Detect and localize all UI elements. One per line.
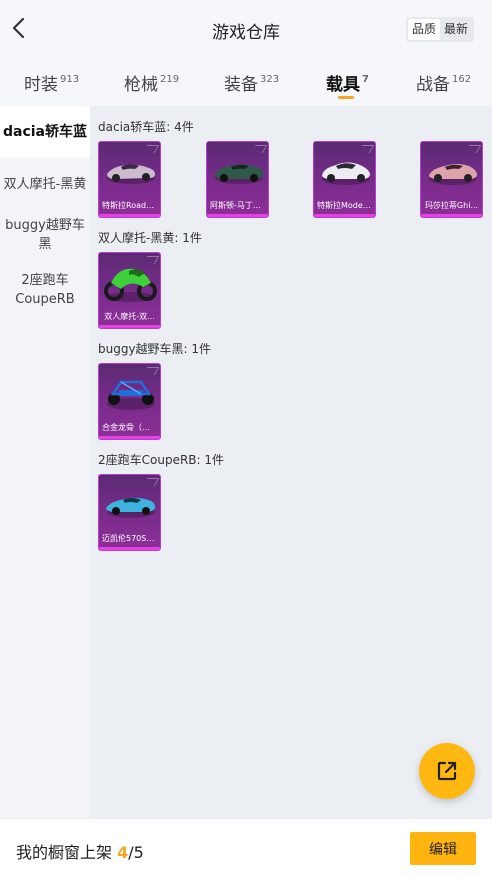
shelf-label: 我的橱窗上架	[16, 843, 113, 862]
tab-count: 219	[160, 74, 180, 85]
top-bar: 游戏仓库 品质 最新	[0, 0, 492, 58]
vehicle-card-label: 特斯拉Model...	[317, 201, 372, 210]
tab-fashion[interactable]: 时装 913	[24, 70, 79, 95]
vehicle-card[interactable]: 合金龙骨（蓝...	[98, 363, 161, 440]
group-title-coupe: 2座跑车CoupeRB: 1件	[98, 453, 225, 467]
tab-supplies[interactable]: 战备 162	[416, 70, 471, 95]
vehicle-card[interactable]: 双人摩托-双...	[98, 252, 161, 329]
tab-equipment[interactable]: 装备 323	[224, 70, 279, 95]
external-link-icon	[437, 761, 457, 781]
vehicle-card[interactable]: 特斯拉Roads...	[98, 141, 161, 218]
tab-count: 7	[362, 74, 369, 85]
vehicle-card-label: 阿斯顿-马丁D...	[210, 201, 265, 210]
shelf-status: 我的橱窗上架 4/5	[16, 839, 144, 863]
tab-count: 162	[452, 74, 472, 85]
tab-label: 枪械	[124, 75, 158, 95]
group-title-buggy: buggy越野车黑: 1件	[98, 342, 212, 356]
sidebar-item-coupe[interactable]: 2座跑车 CoupeRB	[0, 260, 90, 316]
vehicle-card[interactable]: 迈凯伦570S(...	[98, 474, 161, 551]
active-tab-indicator	[338, 96, 354, 99]
shelf-current-count: 4	[117, 843, 129, 862]
share-external-button[interactable]	[419, 743, 475, 799]
sidebar-item-dacia[interactable]: dacia轿车蓝	[0, 106, 90, 158]
vehicle-card-label: 合金龙骨（蓝...	[102, 423, 157, 432]
edit-button[interactable]: 编辑	[410, 832, 476, 865]
vehicle-card-label: 双人摩托-双...	[104, 312, 155, 321]
vehicle-card[interactable]: 特斯拉Model...	[313, 141, 376, 218]
shelf-total-count: /5	[128, 843, 144, 862]
vehicle-card-label: 迈凯伦570S(...	[102, 534, 157, 543]
vehicle-card-label: 特斯拉Roads...	[102, 201, 157, 210]
group-title-dacia: dacia轿车蓝: 4件	[98, 120, 194, 134]
sort-quality-option[interactable]: 品质	[407, 19, 440, 40]
category-tabs: 时装 913 枪械 219 装备 323 载具 7 战备 162	[0, 58, 492, 106]
tab-label: 装备	[224, 75, 258, 95]
vehicle-card[interactable]: 阿斯顿-马丁D...	[206, 141, 269, 218]
vehicle-list: dacia轿车蓝: 4件 特斯拉Roads... 阿斯顿-马丁D... 特斯拉M…	[90, 106, 492, 818]
tab-guns[interactable]: 枪械 219	[124, 70, 179, 95]
sort-toggle: 品质 最新	[405, 17, 474, 42]
tab-label: 时装	[24, 75, 58, 95]
sort-newest-option[interactable]: 最新	[440, 19, 472, 40]
tab-vehicles[interactable]: 载具 7	[326, 70, 369, 95]
group-title-motorbike: 双人摩托-黑黄: 1件	[98, 231, 202, 245]
sidebar-item-motorbike[interactable]: 双人摩托-黑黄	[0, 158, 90, 210]
tab-label: 战备	[416, 75, 450, 95]
vehicle-category-sidebar: dacia轿车蓝 双人摩托-黑黄 buggy越野车黑 2座跑车 CoupeRB	[0, 106, 90, 818]
vehicle-card-label: 玛莎拉蒂Ghi...	[424, 201, 479, 210]
tab-count: 323	[260, 74, 280, 85]
bottom-bar: 我的橱窗上架 4/5 编辑	[0, 818, 492, 876]
tab-label: 载具	[326, 75, 360, 95]
vehicle-card[interactable]: 玛莎拉蒂Ghi...	[420, 141, 483, 218]
sidebar-item-buggy[interactable]: buggy越野车黑	[0, 210, 90, 260]
tab-count: 913	[60, 74, 80, 85]
